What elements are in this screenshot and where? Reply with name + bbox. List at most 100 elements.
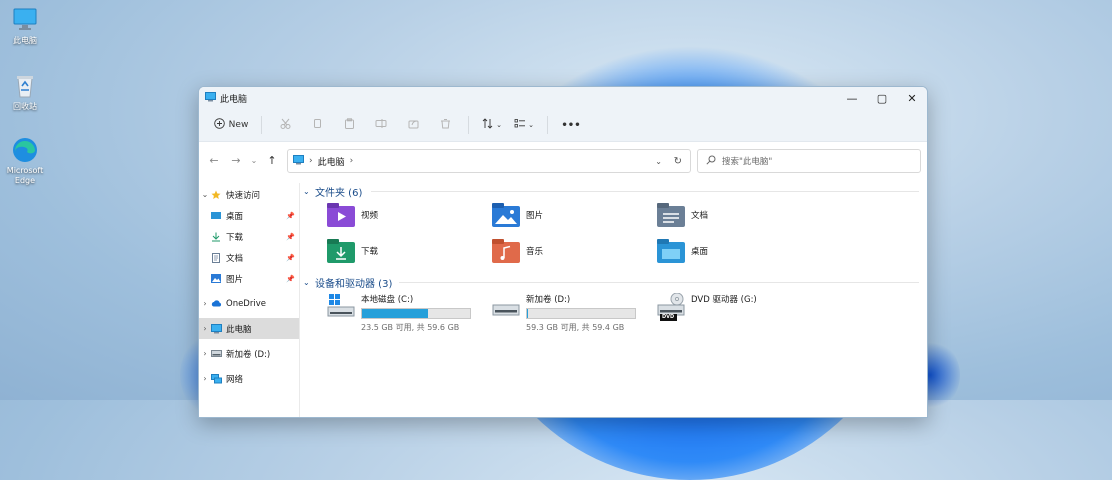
drives-group-title: 设备和驱动器 (3): [315, 278, 393, 290]
folder-label: 文档: [691, 211, 709, 221]
sidebar-item-documents[interactable]: 文档 📌: [199, 247, 299, 268]
drives-group-header[interactable]: ⌄ 设备和驱动器 (3): [303, 275, 393, 290]
pictures-folder-icon: [492, 203, 520, 227]
recycle-bin-icon: [11, 72, 39, 100]
pin-icon[interactable]: 📌: [286, 275, 295, 283]
chevron-down-icon: ⌄: [528, 121, 534, 129]
desktop-icon-this-pc[interactable]: 此电脑: [0, 6, 50, 46]
sidebar-item-network[interactable]: › 网络: [199, 368, 299, 389]
up-arrow-icon[interactable]: ↑: [261, 154, 283, 167]
chevron-down-icon: ⌄: [303, 277, 310, 287]
navigation-pane: ⌄ 快速访问 桌面 📌 下载 📌 文档 📌 图片 📌 › OneDrive › …: [199, 183, 300, 417]
rename-icon: [375, 118, 387, 132]
chevron-right-icon: ›: [203, 349, 207, 358]
address-bar[interactable]: › 此电脑 › ⌄ ↻: [287, 149, 691, 173]
back-arrow-icon[interactable]: ←: [203, 154, 225, 167]
desktop-icon-label: Microsoft Edge: [6, 166, 44, 185]
chevron-right-icon: ›: [203, 324, 207, 333]
rename-button[interactable]: [366, 113, 396, 137]
forward-arrow-icon[interactable]: →: [225, 154, 247, 167]
folder-pictures[interactable]: 图片: [492, 203, 543, 227]
address-history-chevron-icon[interactable]: ⌄: [655, 157, 662, 166]
chevron-right-icon: ›: [203, 374, 207, 383]
close-button[interactable]: ✕: [897, 87, 927, 109]
drive-free-space: 59.3 GB 可用, 共 59.4 GB: [526, 323, 625, 332]
maximize-button[interactable]: ▢: [867, 87, 897, 109]
drive-g[interactable]: DVD DVD 驱动器 (G:): [657, 292, 757, 321]
share-button[interactable]: [398, 113, 428, 137]
sidebar-item-quick-access[interactable]: ⌄ 快速访问: [199, 184, 299, 205]
trash-icon: [440, 118, 451, 132]
sidebar-item-label: 下载: [226, 232, 244, 243]
drive-free-space: 23.5 GB 可用, 共 59.6 GB: [361, 323, 460, 332]
new-label: New: [228, 120, 249, 130]
minimize-button[interactable]: —: [837, 87, 867, 109]
list-view-icon: [514, 118, 526, 132]
group-divider: [371, 191, 919, 192]
breadcrumb-this-pc[interactable]: 此电脑: [318, 155, 345, 168]
desktop-folder-icon: [211, 211, 221, 220]
folder-label: 桌面: [691, 247, 709, 257]
refresh-icon[interactable]: ↻: [674, 156, 682, 167]
this-pc-icon: [205, 91, 216, 105]
desktop-icon-label: 回收站: [13, 102, 37, 111]
delete-button[interactable]: [430, 113, 460, 137]
documents-icon: [211, 253, 221, 263]
drive-icon: [492, 293, 520, 319]
sidebar-item-label: 网络: [226, 374, 244, 385]
dvd-badge: DVD: [662, 314, 675, 320]
scissors-icon: [280, 118, 291, 132]
desktop-folder-icon: [657, 239, 685, 263]
pin-icon[interactable]: 📌: [286, 254, 295, 262]
drive-icon: [211, 349, 222, 358]
sidebar-item-label: 新加卷 (D:): [226, 349, 271, 360]
sidebar-item-pictures[interactable]: 图片 📌: [199, 268, 299, 289]
sidebar-item-drive-d[interactable]: › 新加卷 (D:): [199, 343, 299, 364]
paste-button[interactable]: [334, 113, 364, 137]
drive-c[interactable]: 本地磁盘 (C:) 23.5 GB 可用, 共 59.6 GB: [327, 293, 471, 333]
chevron-right-icon: ›: [203, 299, 207, 308]
sidebar-item-onedrive[interactable]: › OneDrive: [199, 293, 299, 314]
search-box[interactable]: 搜索"此电脑": [697, 149, 921, 173]
pictures-icon: [211, 274, 221, 283]
folder-desktop[interactable]: 桌面: [657, 239, 708, 263]
folder-documents[interactable]: 文档: [657, 203, 708, 227]
sidebar-item-downloads[interactable]: 下载 📌: [199, 226, 299, 247]
sidebar-item-label: 图片: [226, 274, 244, 285]
breadcrumb-separator: ›: [349, 156, 354, 166]
folder-label: 下载: [361, 247, 379, 257]
new-button[interactable]: New: [209, 113, 253, 137]
this-pc-icon: [293, 154, 304, 168]
sidebar-item-desktop[interactable]: 桌面 📌: [199, 205, 299, 226]
toolbar-divider: [261, 116, 262, 134]
downloads-folder-icon: [327, 239, 355, 263]
window-title: 此电脑: [220, 94, 248, 105]
pin-icon[interactable]: 📌: [286, 233, 295, 241]
file-explorer-window: 此电脑 — ▢ ✕ New ⌄ ⌄ ••• ← → ⌄ ↑ › 此电脑 › ⌄ …: [198, 86, 928, 418]
cut-button[interactable]: [270, 113, 300, 137]
group-divider: [399, 282, 919, 283]
sort-icon: [482, 118, 494, 132]
sidebar-item-label: 文档: [226, 253, 244, 264]
sort-button[interactable]: ⌄: [477, 113, 507, 137]
pin-icon[interactable]: 📌: [286, 212, 295, 220]
copy-button[interactable]: [302, 113, 332, 137]
desktop-icon-recycle-bin[interactable]: 回收站: [0, 72, 50, 112]
sidebar-item-this-pc[interactable]: › 此电脑: [199, 318, 299, 339]
search-icon: [706, 155, 716, 168]
folders-group-header[interactable]: ⌄ 文件夹 (6): [303, 184, 362, 199]
chevron-down-icon: ⌄: [303, 186, 310, 196]
dvd-drive-icon: DVD: [657, 292, 685, 321]
chevron-down-icon: ⌄: [496, 121, 502, 129]
folder-label: 视频: [361, 211, 379, 221]
folder-downloads[interactable]: 下载: [327, 239, 378, 263]
more-options-button[interactable]: •••: [556, 113, 586, 137]
folder-videos[interactable]: 视频: [327, 203, 378, 227]
desktop-icon-edge[interactable]: Microsoft Edge: [0, 136, 50, 186]
title-bar[interactable]: 此电脑 — ▢ ✕: [199, 87, 927, 109]
view-button[interactable]: ⌄: [509, 113, 539, 137]
drive-label: 新加卷 (D:): [526, 295, 571, 305]
recent-locations-chevron-icon[interactable]: ⌄: [247, 156, 261, 165]
folder-music[interactable]: 音乐: [492, 239, 543, 263]
drive-d[interactable]: 新加卷 (D:) 59.3 GB 可用, 共 59.4 GB: [492, 293, 636, 333]
